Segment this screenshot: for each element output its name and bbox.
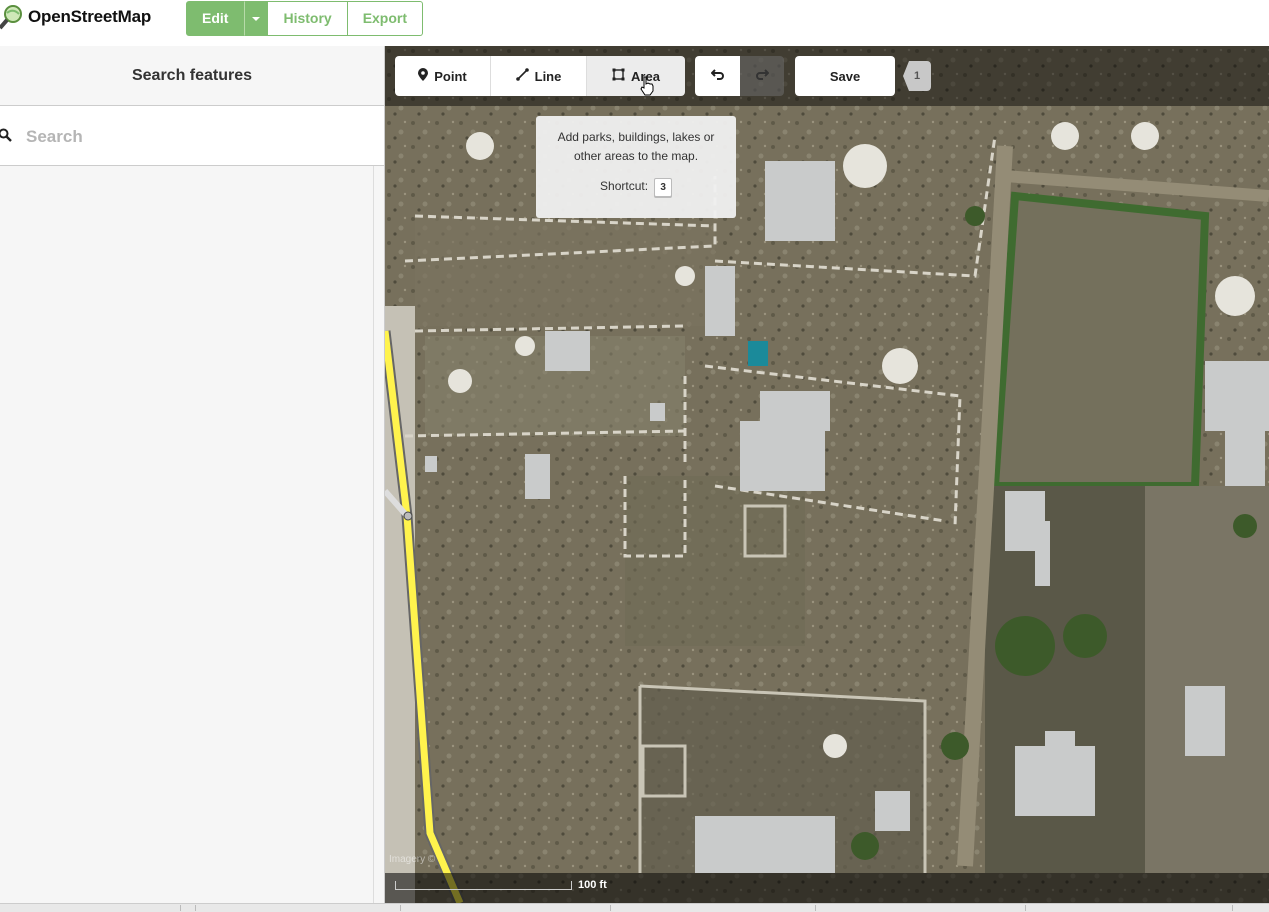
add-line-button[interactable]: Line — [491, 56, 587, 96]
save-button[interactable]: Save — [795, 56, 895, 96]
map-canvas[interactable]: Point Line Area Save 1 Add parks, buildi… — [385, 46, 1269, 903]
undo-button[interactable] — [695, 56, 740, 96]
feature-sidebar: Search features — [0, 46, 385, 903]
tooltip-description: Add parks, buildings, lakes or other are… — [557, 130, 715, 163]
imagery-attribution[interactable]: Imagery © — [389, 854, 435, 865]
point-marker-icon — [418, 68, 429, 84]
osm-logo[interactable]: OpenStreetMap — [0, 4, 151, 30]
add-area-button[interactable]: Area — [587, 56, 685, 96]
search-row — [0, 106, 384, 166]
add-point-button[interactable]: Point — [395, 56, 491, 96]
export-button[interactable]: Export — [347, 1, 424, 36]
hand-cursor-icon — [639, 76, 655, 101]
tooltip-shortcut: Shortcut: 3 — [536, 178, 736, 197]
undo-icon — [710, 67, 725, 86]
search-icon — [0, 128, 12, 142]
map-footer: 100 ft — [385, 873, 1269, 903]
area-icon — [612, 68, 625, 84]
site-name: OpenStreetMap — [28, 7, 152, 26]
sidebar-title: Search features — [0, 46, 384, 106]
add-line-label: Line — [534, 68, 562, 84]
scale-bar[interactable] — [395, 881, 572, 890]
shortcut-key: 3 — [654, 178, 672, 197]
shortcut-label: Shortcut: — [600, 179, 649, 193]
edit-button[interactable]: Edit — [186, 1, 245, 36]
satellite-imagery — [385, 46, 1269, 903]
add-point-label: Point — [434, 68, 467, 84]
line-icon — [515, 68, 529, 84]
history-button[interactable]: History — [268, 1, 348, 36]
area-tooltip: Add parks, buildings, lakes or other are… — [536, 116, 736, 218]
magnifier-logo-icon — [0, 4, 24, 30]
sidebar-scrollbar[interactable] — [373, 166, 384, 903]
osm-header: OpenStreetMap Edit History Export — [0, 0, 1269, 46]
redo-button[interactable] — [740, 56, 784, 96]
redo-icon — [755, 67, 770, 86]
edit-count-badge: 1 — [903, 61, 931, 91]
search-input[interactable] — [24, 121, 368, 153]
header-nav: Edit History Export — [186, 1, 424, 36]
edit-dropdown-caret-icon[interactable] — [244, 1, 269, 36]
scale-label: 100 ft — [578, 879, 607, 891]
